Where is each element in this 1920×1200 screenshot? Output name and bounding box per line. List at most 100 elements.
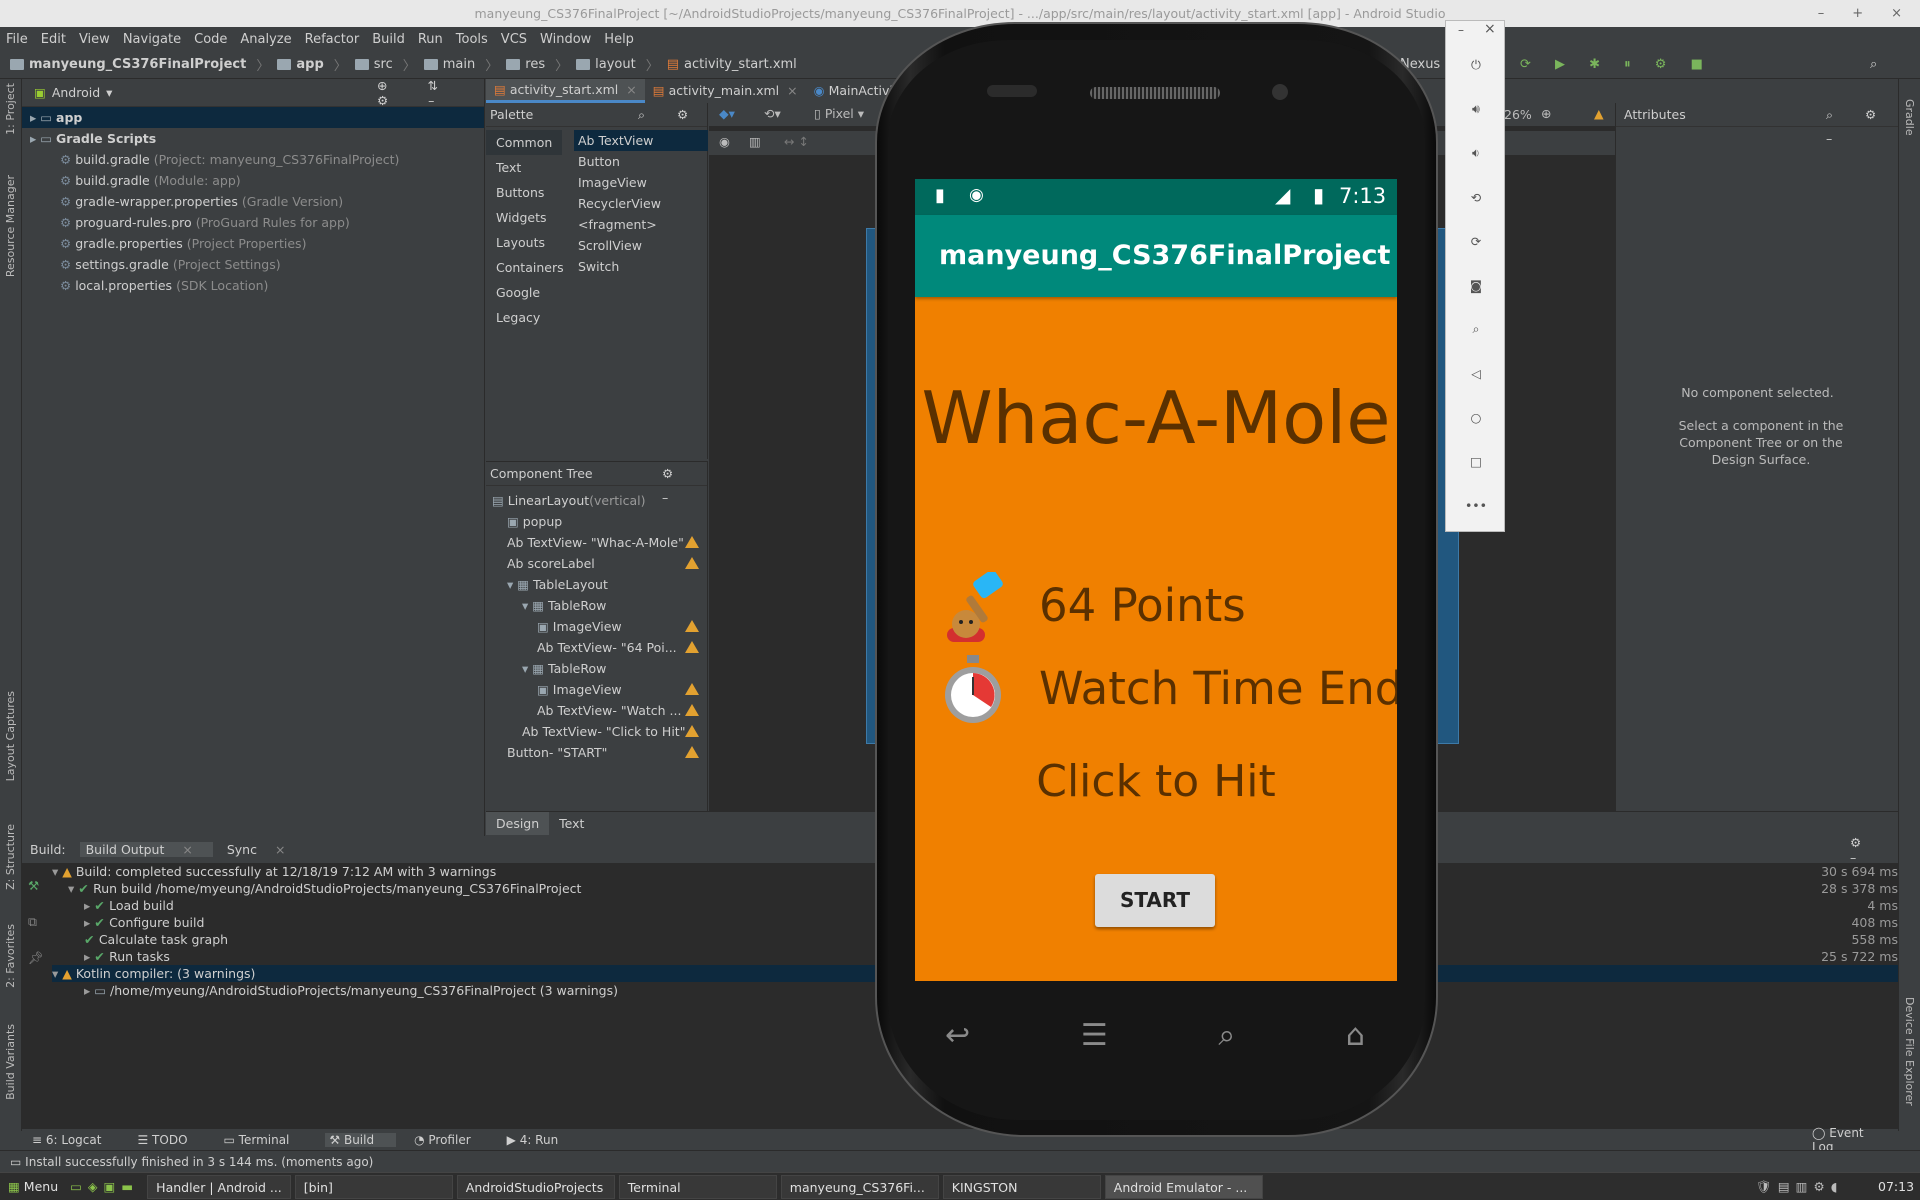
- hammer-icon[interactable]: ⚒: [28, 868, 44, 904]
- eye-icon[interactable]: ◉: [719, 134, 730, 149]
- tab-activity-main[interactable]: ▤ activity_main.xml ×: [645, 79, 806, 103]
- project-tree-item[interactable]: ⚙ gradle-wrapper.properties (Gradle Versi…: [22, 191, 484, 212]
- menu-vcs[interactable]: VCS: [501, 32, 527, 47]
- close-button[interactable]: ×: [1891, 0, 1902, 27]
- palette-category[interactable]: Google: [486, 280, 562, 305]
- palette-category[interactable]: Common: [486, 130, 562, 155]
- maximize-button[interactable]: +: [1852, 0, 1863, 27]
- component-tree-row[interactable]: ▤ LinearLayout(vertical): [486, 490, 707, 511]
- pin-icon[interactable]: 📌︎: [28, 940, 44, 976]
- rotate-right-icon[interactable]: ⟳: [1446, 219, 1506, 263]
- search-icon[interactable]: ⌕: [1870, 57, 1877, 72]
- tab-sync[interactable]: Sync ×: [227, 842, 300, 857]
- menu-help[interactable]: Help: [604, 32, 634, 47]
- chevron-down-icon[interactable]: ▾: [106, 85, 112, 100]
- palette-item[interactable]: ScrollView: [574, 235, 708, 256]
- project-tree-item[interactable]: ▸ ▭ app: [22, 107, 484, 128]
- project-tree-item[interactable]: ⚙ build.gradle (Project: manyeung_CS376Fi…: [22, 149, 484, 170]
- breadcrumb-app[interactable]: app: [277, 57, 324, 72]
- warning-icon[interactable]: [685, 536, 699, 548]
- power-icon[interactable]: ⏻: [1446, 43, 1506, 87]
- task-handler[interactable]: Handler | Android ...: [147, 1174, 291, 1199]
- columns-icon[interactable]: ▥: [749, 134, 761, 149]
- close-icon[interactable]: ×: [182, 842, 192, 857]
- project-tree-item[interactable]: ⚙ proguard-rules.pro (ProGuard Rules for …: [22, 212, 484, 233]
- palette-category[interactable]: Layouts: [486, 230, 562, 255]
- menu-file[interactable]: File: [6, 32, 28, 47]
- component-tree-row[interactable]: Ab scoreLabel: [486, 553, 707, 574]
- profiler-tab[interactable]: ◔ Profiler: [414, 1133, 489, 1147]
- gradle-tab[interactable]: Gradle: [1903, 99, 1916, 136]
- breadcrumb-project[interactable]: manyeung_CS376FinalProject: [10, 57, 246, 72]
- start-menu-button[interactable]: ▦ Menu: [0, 1175, 66, 1199]
- task-android-studio-projects[interactable]: AndroidStudioProjects: [456, 1174, 615, 1199]
- emulator-screen[interactable]: ▮ ◉ ◢ ▮ 7:13 manyeung_CS376FinalProject …: [915, 179, 1397, 981]
- minimize-button[interactable]: –: [1818, 0, 1825, 27]
- component-tree-row[interactable]: Ab TextView- "Watch ...: [486, 700, 707, 721]
- project-tree-item[interactable]: ⚙ settings.gradle (Project Settings): [22, 254, 484, 275]
- build-tab[interactable]: ⚒ Build: [325, 1132, 397, 1147]
- tab-activity-start[interactable]: ▤ activity_start.xml ×: [486, 79, 645, 103]
- zoom-icon[interactable]: ⌕: [1446, 307, 1506, 351]
- warning-icon[interactable]: [685, 704, 699, 716]
- tab-build-output[interactable]: Build Output ×: [79, 842, 213, 857]
- logcat-tab[interactable]: ≡ 6: Logcat: [32, 1133, 119, 1147]
- palette-item[interactable]: Ab TextView: [574, 130, 708, 151]
- project-tree-item[interactable]: ⚙ local.properties (SDK Location): [22, 275, 484, 296]
- task-kingston[interactable]: KINGSTON: [942, 1174, 1101, 1199]
- component-tree-row[interactable]: ▾ ▦ TableRow: [486, 658, 707, 679]
- run-tab[interactable]: ▶ 4: Run: [507, 1133, 577, 1147]
- menu-navigate[interactable]: Navigate: [123, 32, 181, 47]
- close-icon[interactable]: ×: [626, 78, 636, 102]
- warning-icon[interactable]: [685, 683, 699, 695]
- palette-category[interactable]: Widgets: [486, 205, 562, 230]
- task-android-emulator[interactable]: Android Emulator - ...: [1104, 1174, 1263, 1199]
- palette-item[interactable]: RecyclerView: [574, 193, 708, 214]
- component-tree-row[interactable]: Ab TextView- "Whac-A-Mole": [486, 532, 707, 553]
- menu-icon[interactable]: ☰: [1081, 1018, 1108, 1053]
- menu-view[interactable]: View: [79, 32, 110, 47]
- orientation-icon[interactable]: ⟲▾: [764, 106, 781, 121]
- volume-down-icon[interactable]: 🔉︎: [1446, 131, 1506, 175]
- menu-refactor[interactable]: Refactor: [305, 32, 360, 47]
- search-icon[interactable]: ⌕: [1218, 1018, 1235, 1053]
- chevron-icon[interactable]: ▸: [84, 898, 94, 913]
- palette-item[interactable]: Button: [574, 151, 708, 172]
- palette-category[interactable]: Text: [486, 155, 562, 180]
- back-icon[interactable]: ◁: [1446, 351, 1506, 395]
- chevron-icon[interactable]: ▾: [68, 881, 78, 896]
- todo-tab[interactable]: ☰ TODO: [137, 1133, 205, 1147]
- favorites-tab[interactable]: 2: Favorites: [4, 924, 17, 988]
- breadcrumb-main[interactable]: main: [423, 57, 475, 72]
- resource-manager-tab[interactable]: Resource Manager: [4, 175, 17, 277]
- chevron-icon[interactable]: ▾: [52, 966, 62, 981]
- menu-tools[interactable]: Tools: [456, 32, 488, 47]
- more-icon[interactable]: •••: [1446, 483, 1506, 527]
- menu-analyze[interactable]: Analyze: [240, 32, 291, 47]
- structure-tab[interactable]: Z: Structure: [4, 824, 17, 890]
- project-view-selector[interactable]: Android: [52, 85, 100, 100]
- build-variants-tab[interactable]: Build Variants: [4, 1024, 17, 1100]
- zoom-in-icon[interactable]: ⊕: [1541, 106, 1551, 121]
- component-tree-row[interactable]: ▣ ImageView: [486, 616, 707, 637]
- chevron-icon[interactable]: ▸: [84, 915, 94, 930]
- tab-text[interactable]: Text: [549, 812, 594, 835]
- camera-icon[interactable]: ◙: [1446, 263, 1506, 307]
- component-tree-row[interactable]: Ab TextView- "64 Poi...: [486, 637, 707, 658]
- home-icon[interactable]: ○: [1446, 395, 1506, 439]
- rotate-left-icon[interactable]: ⟲: [1446, 175, 1506, 219]
- warning-icon[interactable]: [685, 725, 699, 737]
- chevron-icon[interactable]: ▾: [52, 864, 62, 879]
- chevron-icon[interactable]: ▸: [84, 949, 94, 964]
- terminal-tab[interactable]: ▭ Terminal: [224, 1133, 308, 1147]
- layout-captures-tab[interactable]: Layout Captures: [4, 691, 17, 781]
- warning-icon[interactable]: [685, 620, 699, 632]
- palette-item[interactable]: ImageView: [574, 172, 708, 193]
- menu-edit[interactable]: Edit: [41, 32, 66, 47]
- project-tool-tab[interactable]: 1: Project: [4, 83, 17, 135]
- close-icon[interactable]: ×: [1484, 21, 1496, 37]
- task-terminal[interactable]: Terminal: [618, 1174, 777, 1199]
- toggle-view-icon[interactable]: ⧉: [28, 904, 44, 940]
- task-bin[interactable]: [bin]: [294, 1174, 453, 1199]
- palette-category[interactable]: Containers: [486, 255, 564, 280]
